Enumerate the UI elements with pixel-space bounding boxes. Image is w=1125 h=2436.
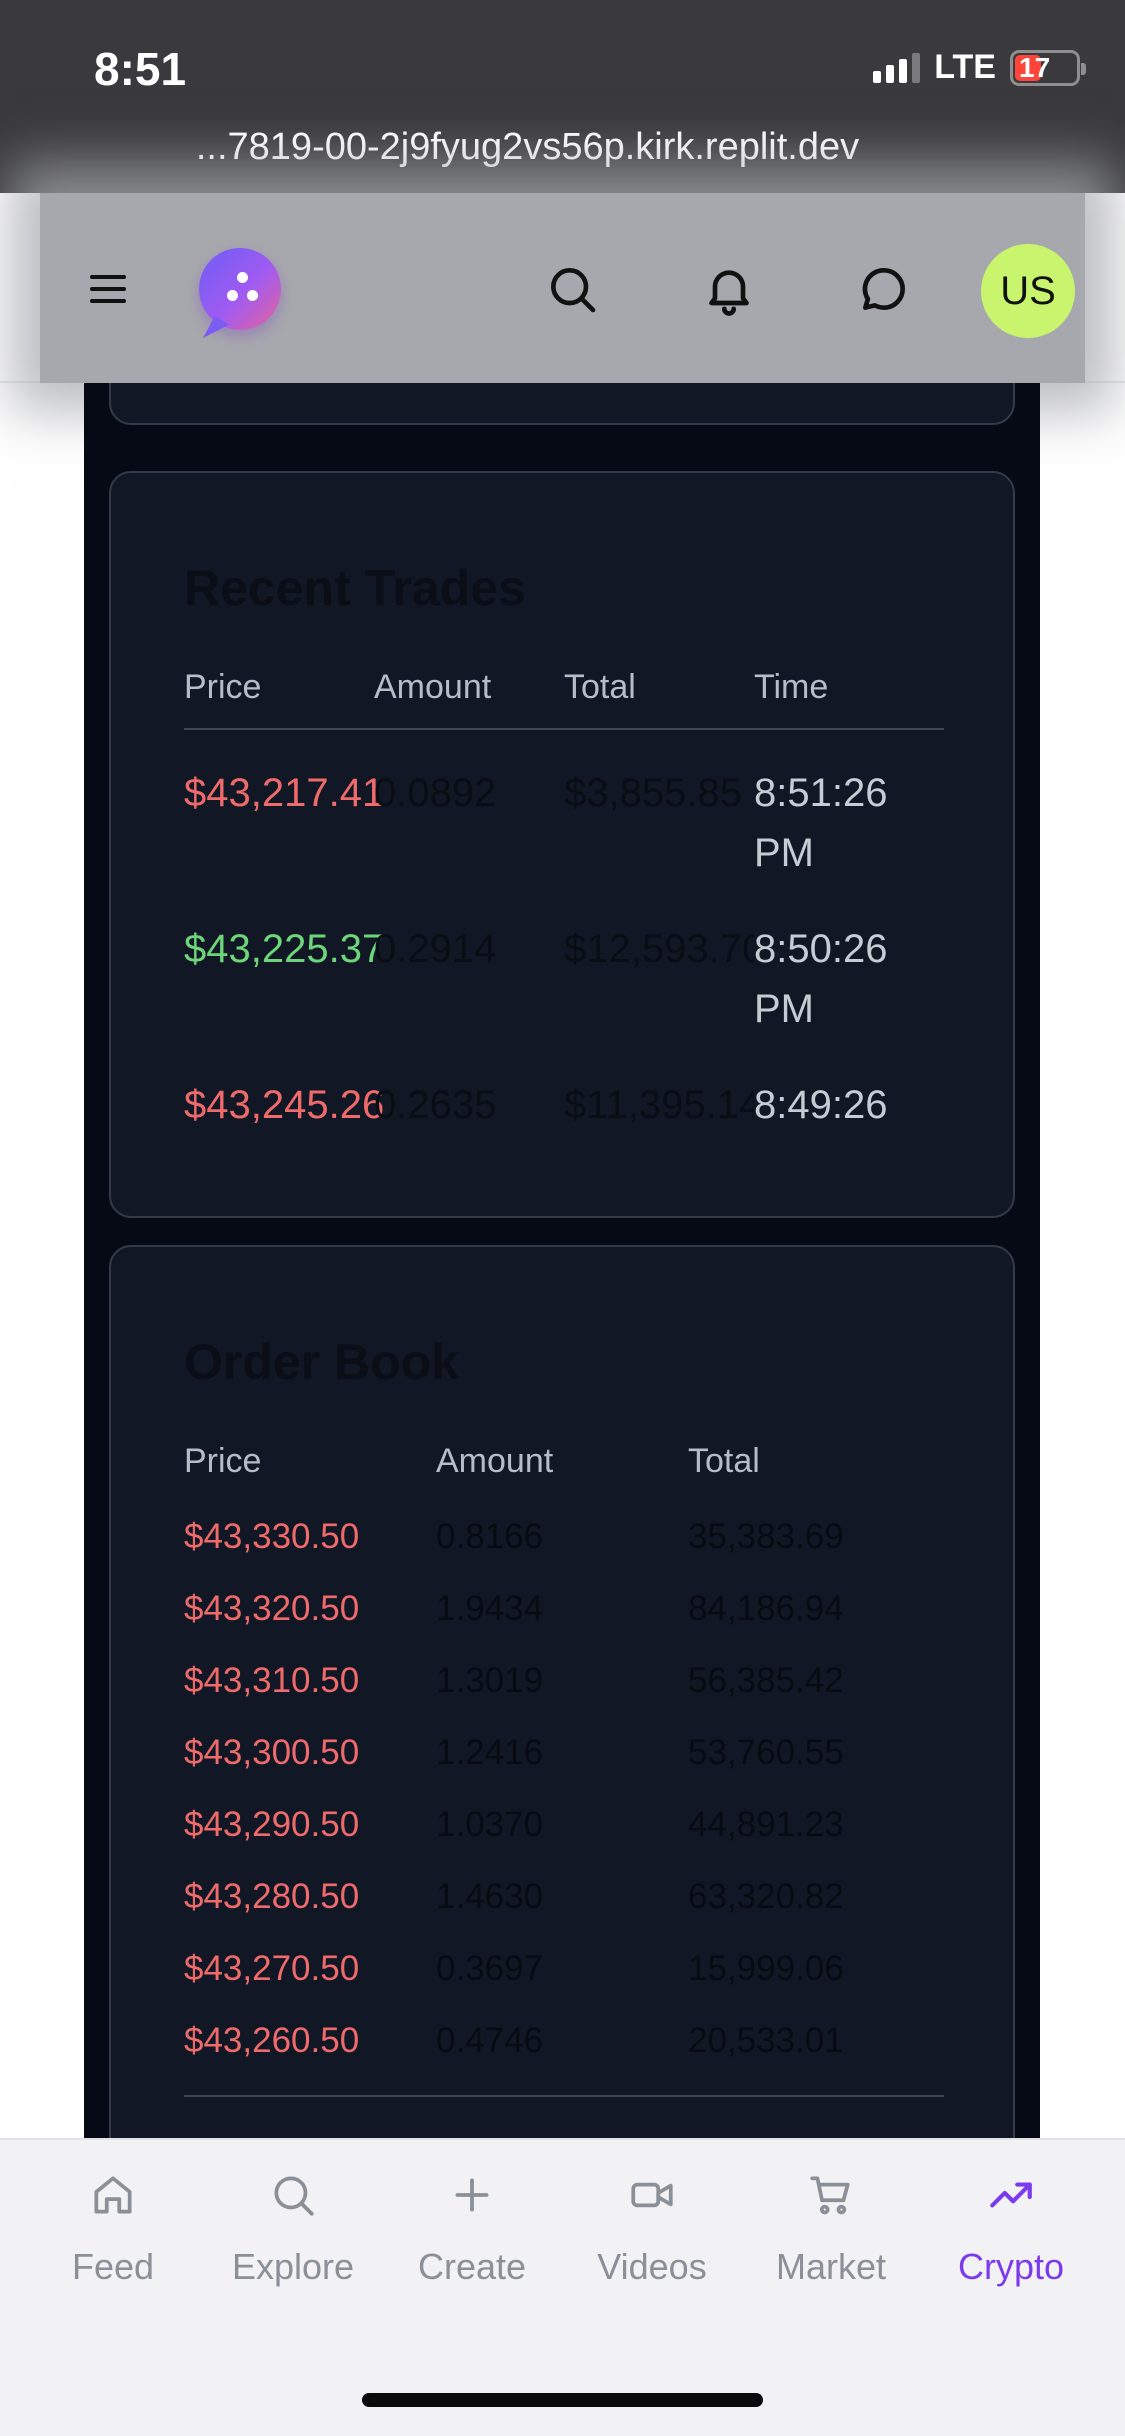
trades-header: Price Amount Total Time [184,668,944,707]
ask-amount: 1.0370 [436,1805,544,1844]
ask-price: $43,320.50 [184,1589,360,1628]
tab-label: Create [417,2246,527,2287]
tab-label: Videos [597,2246,707,2287]
ask-total: 20,533.01 [688,2021,844,2060]
col-amount: Amount [374,668,492,706]
trade-amount: 0.2635 [374,1083,497,1127]
ask-amount: 0.4746 [436,2021,544,2060]
status-indicators: LTE 17 [873,48,1086,87]
message-icon[interactable] [856,261,912,317]
avatar[interactable]: US [981,244,1075,338]
col-total: Total [564,668,636,706]
col-time: Time [754,668,829,706]
ask-price: $43,300.50 [184,1733,360,1772]
tab-label: Crypto [957,2246,1065,2287]
col-amount: Amount [436,1442,554,1480]
app-header: US [0,193,1125,383]
table-row: $43,245.26 0.2635 $11,395.14 8:49:26 [184,1075,944,1195]
trade-time: 8:49:26 [754,1075,944,1135]
ask-amount: 1.9434 [436,1589,544,1628]
order-book-row[interactable]: $43,320.50 1.9434 84,186.94 [184,1579,944,1639]
col-total: Total [688,1442,760,1480]
cart-icon [810,2176,850,2215]
ask-total: 56,385.42 [688,1661,844,1700]
crypto-main: Recent Trades Price Amount Total Time $4… [84,383,1040,2138]
recent-trades-card: Recent Trades Price Amount Total Time $4… [109,471,1015,1218]
order-book-row[interactable]: $43,290.50 1.0370 44,891.23 [184,1795,944,1855]
signal-icon [873,52,921,83]
table-row: $43,225.37 0.2914 $12,593.70 8:50:26 PM [184,919,944,1039]
tab-videos[interactable]: Videos [562,2170,742,2290]
trade-price: $43,225.37 [184,927,385,971]
plus-icon [455,2178,489,2212]
trade-price: $43,217.41 [184,771,385,815]
tab-label: Explore [231,2246,355,2287]
tab-explore[interactable]: Explore [203,2170,383,2290]
trade-price: $43,245.26 [184,1083,385,1127]
order-book-title: Order Book [184,1334,460,1390]
ask-price: $43,280.50 [184,1877,360,1916]
search-icon [274,2176,314,2216]
tab-label: Feed [71,2246,155,2287]
ask-amount: 1.4630 [436,1877,544,1916]
ask-total: 84,186.94 [688,1589,844,1628]
ask-amount: 1.3019 [436,1661,544,1700]
bell-icon[interactable] [701,261,757,317]
status-bar: 8:51 LTE 17 ...7819-00-2j9fyug2vs56p.kir… [0,0,1125,193]
order-book-card: Order Book Price Amount Total $43,330.50… [109,1245,1015,2138]
ask-total: 44,891.23 [688,1805,844,1844]
ask-amount: 0.3697 [436,1949,544,1988]
table-row: $43,217.41 0.0892 $3,855.85 8:51:26 PM [184,763,944,883]
trade-time: 8:51:26 PM [754,763,944,883]
search-icon[interactable] [544,261,600,317]
trade-total: $11,395.14 [564,1083,762,1127]
ask-amount: 1.2416 [436,1733,544,1772]
trades-divider [184,728,944,730]
ask-price: $43,260.50 [184,2021,360,2060]
ask-total: 35,383.69 [688,1517,844,1556]
order-book-row[interactable]: $43,270.50 0.3697 15,999.06 [184,1939,944,1999]
col-price: Price [184,1442,262,1480]
tab-create[interactable]: Create [382,2170,562,2290]
app-logo[interactable] [199,248,281,330]
ask-total: 63,320.82 [688,1877,844,1916]
tab-market[interactable]: Market [741,2170,921,2290]
recent-trades-title: Recent Trades [184,560,526,616]
ask-amount: 0.8166 [436,1517,544,1556]
hamburger-icon[interactable] [90,275,126,303]
trade-total: $12,593.70 [564,927,765,971]
status-time: 8:51 [94,43,187,95]
trending-up-icon [990,2182,1032,2208]
order-book-row[interactable]: $43,280.50 1.4630 63,320.82 [184,1867,944,1927]
home-indicator[interactable] [362,2393,763,2407]
spread-divider [184,2095,944,2097]
order-book-row[interactable]: $43,300.50 1.2416 53,760.55 [184,1723,944,1783]
battery-level: 17 [1019,51,1051,83]
trade-amount: 0.2914 [374,927,497,971]
tab-label: Market [775,2246,887,2287]
ask-total: 53,760.55 [688,1733,844,1772]
order-book-row[interactable]: $43,260.50 0.4746 20,533.01 [184,2011,944,2071]
ask-price: $43,310.50 [184,1661,360,1700]
tab-crypto[interactable]: Crypto [921,2170,1101,2290]
order-book-row[interactable]: $43,310.50 1.3019 56,385.42 [184,1651,944,1711]
previous-card [109,383,1015,425]
tab-feed[interactable]: Feed [23,2170,203,2290]
trade-time: 8:50:26 PM [754,919,944,1039]
video-icon [631,2182,673,2208]
trade-total: $3,855.85 [564,771,742,815]
home-icon [94,2176,132,2214]
network-label: LTE [934,48,996,86]
battery-icon: 17 [1010,49,1086,86]
order-book-header: Price Amount Total [184,1442,944,1481]
ask-price: $43,330.50 [184,1517,360,1556]
address-bar-url[interactable]: ...7819-00-2j9fyug2vs56p.kirk.replit.dev [0,126,1055,169]
trade-amount: 0.0892 [374,771,497,815]
ask-price: $43,290.50 [184,1805,360,1844]
col-price: Price [184,668,262,706]
order-book-row[interactable]: $43,330.50 0.8166 35,383.69 [184,1507,944,1567]
ask-price: $43,270.50 [184,1949,360,1988]
ask-total: 15,999.06 [688,1949,844,1988]
bottom-nav: Feed Explore Create Videos Market Crypto [0,2138,1125,2436]
